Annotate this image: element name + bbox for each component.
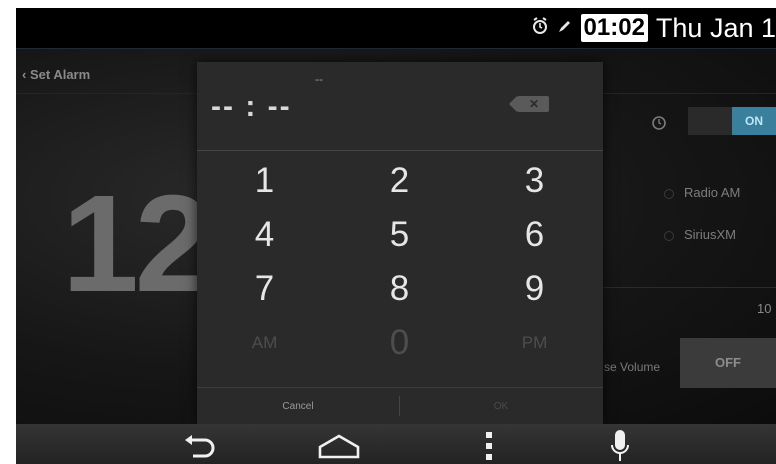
radio-option-am[interactable]: Radio AM bbox=[664, 185, 740, 200]
radio-button bbox=[664, 230, 674, 241]
off-button[interactable]: OFF bbox=[680, 338, 776, 388]
ampm-indicator: -- bbox=[315, 72, 323, 86]
alarm-hour-display[interactable]: 12 bbox=[62, 175, 211, 313]
key-5[interactable]: 5 bbox=[332, 208, 467, 262]
ok-button[interactable]: OK bbox=[400, 388, 602, 425]
key-1[interactable]: 1 bbox=[197, 154, 332, 208]
divider bbox=[596, 287, 776, 288]
status-right: 01:02 Thu Jan 1 bbox=[531, 14, 776, 42]
radio-label: Radio AM bbox=[684, 185, 741, 200]
key-4[interactable]: 4 bbox=[197, 208, 332, 262]
backspace-icon[interactable]: ✕ bbox=[509, 96, 549, 112]
radio-button bbox=[664, 188, 674, 199]
time-picker-dialog: -- : -- -- ✕ 1 2 3 4 5 6 7 8 9 AM 0 PM C… bbox=[197, 62, 603, 424]
toggle-on-label: ON bbox=[732, 107, 776, 135]
radio-option-siriusxm[interactable]: SiriusXM bbox=[664, 227, 736, 242]
radio-label: SiriusXM bbox=[684, 227, 737, 242]
key-am[interactable]: AM bbox=[197, 316, 332, 370]
alarm-icon bbox=[531, 17, 549, 39]
navigation-bar bbox=[16, 424, 776, 464]
key-3[interactable]: 3 bbox=[467, 154, 602, 208]
home-icon[interactable] bbox=[309, 430, 369, 462]
key-pm[interactable]: PM bbox=[467, 316, 602, 370]
key-8[interactable]: 8 bbox=[332, 262, 467, 316]
alarm-clock-icon bbox=[650, 113, 668, 136]
volume-value: 10 bbox=[757, 301, 772, 316]
status-bar: 01:02 Thu Jan 1 bbox=[16, 8, 776, 49]
menu-icon[interactable] bbox=[459, 430, 519, 462]
device-screen: 01:02 Thu Jan 1 ‹ Set Alarm 12 ON Radio … bbox=[16, 8, 776, 464]
key-2[interactable]: 2 bbox=[332, 154, 467, 208]
dialog-footer: Cancel OK bbox=[197, 387, 603, 425]
key-7[interactable]: 7 bbox=[197, 262, 332, 316]
status-date: Thu Jan 1 bbox=[655, 13, 776, 43]
time-entry-display: -- : -- bbox=[211, 90, 292, 123]
key-0[interactable]: 0 bbox=[332, 316, 467, 370]
key-6[interactable]: 6 bbox=[467, 208, 602, 262]
alarm-toggle[interactable]: ON bbox=[688, 107, 776, 135]
dialog-header: -- : -- -- ✕ bbox=[197, 62, 603, 151]
cancel-button[interactable]: Cancel bbox=[197, 388, 399, 425]
app-title[interactable]: ‹ Set Alarm bbox=[22, 67, 90, 82]
key-9[interactable]: 9 bbox=[467, 262, 602, 316]
mic-icon[interactable] bbox=[590, 430, 650, 462]
volume-label: se Volume bbox=[604, 360, 661, 374]
back-icon[interactable] bbox=[169, 430, 229, 462]
app-title-label: Set Alarm bbox=[29, 67, 91, 82]
pen-icon bbox=[557, 18, 573, 38]
status-clock: 01:02 bbox=[580, 14, 648, 42]
